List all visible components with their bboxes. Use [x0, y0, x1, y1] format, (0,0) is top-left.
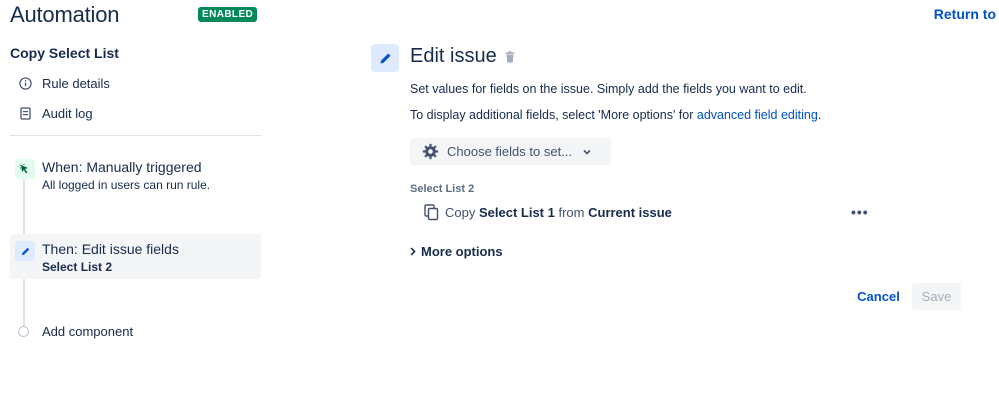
- sidebar-item-rule-details[interactable]: Rule details: [18, 76, 110, 91]
- component-title: Then: Edit issue fields: [42, 241, 179, 257]
- sidebar-item-audit-log[interactable]: Audit log: [18, 106, 93, 121]
- cancel-button[interactable]: Cancel: [850, 283, 907, 310]
- choose-fields-dropdown[interactable]: Choose fields to set...: [410, 138, 611, 165]
- sidebar-item-label: Rule details: [42, 76, 110, 91]
- copy-field-row[interactable]: Copy Select List 1 from Current issue: [424, 204, 672, 221]
- panel-additional-info: To display additional fields, select 'Mo…: [410, 108, 821, 122]
- add-component-label: Add component: [42, 324, 134, 339]
- add-component-dot-icon: [18, 326, 29, 337]
- page-title: Automation: [10, 2, 120, 27]
- more-options-toggle[interactable]: More options: [410, 244, 503, 259]
- panel-description: Set values for fields on the issue. Simp…: [410, 82, 807, 96]
- copy-source-issue: Current issue: [588, 205, 672, 220]
- copy-icon: [424, 204, 439, 221]
- component-trigger[interactable]: When: Manually triggered All logged in u…: [10, 152, 261, 200]
- status-badge: ENABLED: [198, 7, 258, 22]
- copy-middle: from: [558, 205, 585, 220]
- component-action[interactable]: Then: Edit issue fields Select List 2: [10, 234, 261, 279]
- trash-icon[interactable]: [505, 50, 515, 63]
- additional-prefix: To display additional fields, select 'Mo…: [410, 108, 697, 122]
- component-subtitle: Select List 2: [42, 260, 113, 274]
- more-actions-icon[interactable]: •••: [851, 204, 869, 220]
- choose-fields-label: Choose fields to set...: [447, 144, 573, 159]
- component-subtitle: All logged in users can run rule.: [42, 178, 211, 192]
- save-button[interactable]: Save: [912, 283, 961, 310]
- info-icon: [18, 77, 32, 91]
- field-label: Select List 2: [410, 183, 475, 195]
- cursor-click-icon: [15, 159, 35, 179]
- chevron-right-icon: [410, 247, 416, 256]
- return-link[interactable]: Return to: [934, 6, 996, 22]
- chevron-down-icon: [582, 147, 592, 157]
- copy-prefix: Copy: [445, 205, 476, 220]
- sidebar-divider: [10, 135, 261, 136]
- panel-title: Edit issue: [410, 45, 515, 68]
- more-options-label: More options: [421, 244, 503, 259]
- rule-name: Copy Select List: [10, 45, 119, 61]
- copy-source-field: Select List 1: [478, 205, 555, 220]
- pencil-icon: [15, 241, 35, 261]
- gear-icon: [422, 143, 439, 160]
- additional-suffix: .: [817, 108, 822, 122]
- document-icon: [18, 107, 32, 121]
- advanced-field-editing-link[interactable]: advanced field editing: [697, 108, 818, 122]
- pencil-icon: [371, 44, 399, 72]
- add-component-button[interactable]: Add component: [18, 324, 133, 339]
- panel-title-text: Edit issue: [410, 45, 497, 67]
- component-title: When: Manually triggered: [42, 159, 202, 175]
- sidebar-item-label: Audit log: [42, 106, 93, 121]
